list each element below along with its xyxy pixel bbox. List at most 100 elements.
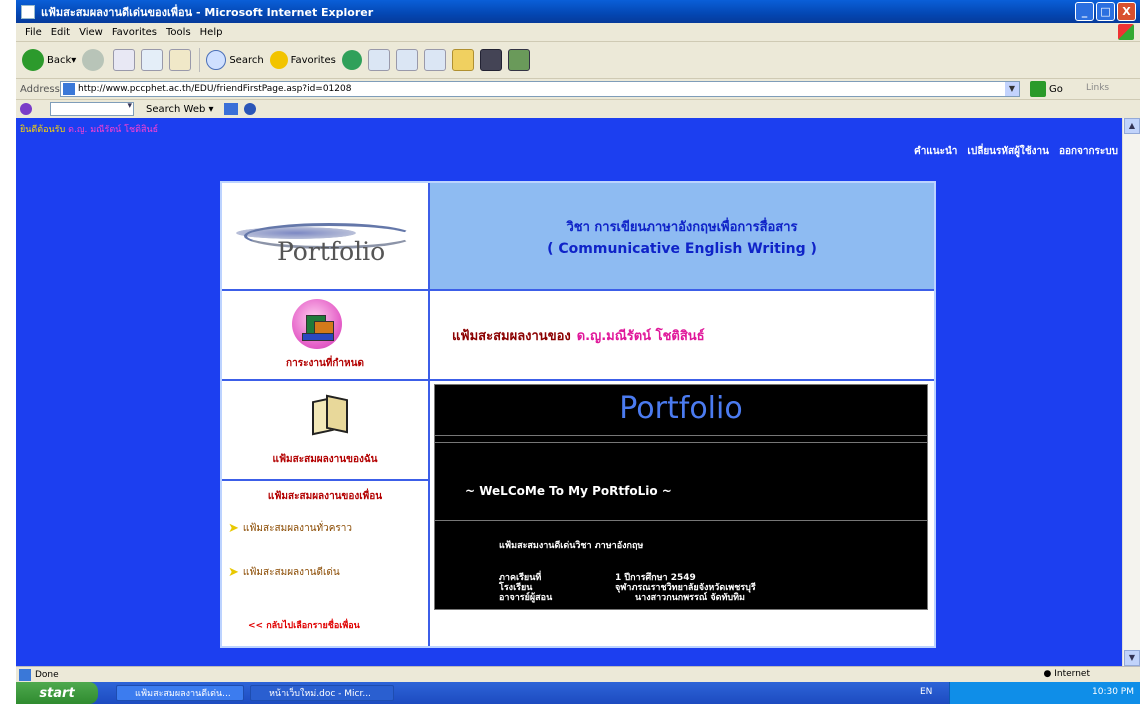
owner-label: แฟ้มสะสมผลงานของ (452, 328, 571, 344)
divider (435, 442, 927, 443)
menu-favorites[interactable]: Favorites (112, 27, 157, 38)
address-bar: Address http://www.pccphet.ac.th/EDU/fri… (16, 79, 1140, 100)
status-text: Done (35, 670, 59, 680)
go-arrow-icon (1030, 81, 1046, 97)
search-button[interactable]: Search (206, 50, 264, 70)
favorites-button[interactable]: Favorites (269, 51, 336, 69)
folder-icon[interactable] (451, 49, 474, 71)
friends-portfolio-header: แฟ้มสะสมผลงานของเพื่อน (267, 491, 383, 502)
logo-wordmark: Portfolio (277, 237, 386, 266)
menu-edit[interactable]: Edit (51, 27, 70, 38)
welcome-line: ยินดีต้อนรับ ด.ญ. มณีรัตน์ โชติสินธ์ (20, 125, 159, 135)
info-label-teacher: อาจารย์ผู้สอน (499, 593, 553, 603)
home-icon[interactable] (169, 49, 192, 71)
star-icon (269, 51, 288, 69)
assignments-link[interactable]: การะงานที่กำหนด (222, 291, 430, 381)
window-title: แฟ้มสะสมผลงานดีเด่นของเพื่อน - Microsoft… (41, 5, 374, 19)
media-icon[interactable] (341, 50, 362, 70)
book-page-right (326, 394, 348, 434)
info-value-teacher: นางสาวกนกพรรณ์ จัดทับทิม (635, 593, 745, 603)
divider (435, 520, 927, 521)
friends-best-portfolio-link[interactable]: ➤ แฟ้มสะสมผลงานดีเด่น (228, 565, 340, 580)
portfolio-owner: แฟ้มสะสมผลงานของ ด.ญ.มณีรัตน์ โชติสินธ์ (430, 291, 934, 381)
forward-arrow-icon (82, 49, 105, 71)
links-button[interactable]: Links (1086, 83, 1109, 93)
arrow-right-icon: ➤ (228, 521, 239, 536)
messenger-icon[interactable] (507, 49, 530, 71)
scroll-up-icon[interactable]: ▲ (1124, 118, 1140, 134)
search-icon (206, 50, 227, 70)
menu-help[interactable]: Help (200, 27, 223, 38)
books-icon-part (302, 333, 334, 341)
taskbar-item-word[interactable]: หน้าเว็บใหม่.doc - Micr... (250, 685, 394, 701)
address-dropdown-icon[interactable]: ▼ (1005, 82, 1019, 96)
standard-toolbar: Back ▾ Search Favorites (16, 42, 1140, 79)
back-to-friends-list-link[interactable]: << กลับไปเลือกรายชื่อเพื่อน (248, 618, 360, 632)
security-zone: ● Internet (1043, 669, 1090, 679)
books-icon (292, 299, 342, 349)
close-button[interactable]: X (1117, 2, 1136, 21)
back-button[interactable]: Back ▾ (22, 49, 76, 71)
search-web-button[interactable]: Search Web ▾ (146, 104, 214, 115)
assignments-label: การะงานที่กำหนด (286, 358, 364, 369)
subject-title-thai: วิชา การเขียนภาษาอังกฤษเพื่อการสื่อสาร (566, 219, 798, 235)
research-icon[interactable] (479, 49, 502, 71)
history-icon[interactable] (367, 49, 390, 71)
subject-header: วิชา การเขียนภาษาอังกฤษเพื่อการสื่อสาร (… (430, 183, 934, 291)
vertical-scrollbar[interactable]: ▲ ▼ (1122, 118, 1140, 666)
clock: 10:30 PM (1092, 687, 1134, 697)
open-book-icon (306, 394, 348, 436)
toolbar-separator (199, 48, 201, 72)
browser-window: แฟ้มสะสมผลงานดีเด่นของเพื่อน - Microsoft… (16, 0, 1140, 704)
ie-page-icon (21, 4, 35, 19)
scroll-down-icon[interactable]: ▼ (1124, 650, 1140, 666)
page-content: ยินดีต้อนรับ ด.ญ. มณีรัตน์ โชติสินธ์ คำแ… (16, 118, 1122, 666)
toolbar-mail-icon[interactable] (223, 103, 238, 115)
stop-icon[interactable] (113, 49, 136, 71)
yahoo-icon (20, 103, 32, 115)
search-toolbar: Search Web ▾ (16, 100, 1140, 118)
forward-button[interactable] (82, 49, 107, 71)
friends-portfolio-menu: แฟ้มสะสมผลงานของเพื่อน ➤ แฟ้มสะสมผลงานทั่… (222, 481, 430, 646)
info-heading: แฟ้มสะสมงานดีเด่นวิชา ภาษาอังกฤษ (499, 541, 644, 551)
menu-tools[interactable]: Tools (166, 27, 191, 38)
page-icon (63, 83, 75, 95)
arrow-right-icon: ➤ (228, 565, 239, 580)
page-done-icon (19, 669, 31, 681)
my-portfolio-link[interactable]: แฟ้มสะสมผลงานของฉัน (222, 381, 430, 481)
showcase-title: Portfolio (619, 391, 743, 426)
my-portfolio-label: แฟ้มสะสมผลงานของฉัน (272, 454, 378, 465)
change-password-link[interactable]: เปลี่ยนรหัสผู้ใช้งาน (967, 144, 1049, 159)
address-label: Address (20, 83, 60, 95)
menu-view[interactable]: View (79, 27, 103, 38)
refresh-icon[interactable] (141, 49, 164, 71)
portfolio-layout: Portfolio วิชา การเขียนภาษาอังกฤษเพื่อกา… (220, 181, 936, 648)
title-bar[interactable]: แฟ้มสะสมผลงานดีเด่นของเพื่อน - Microsoft… (16, 0, 1140, 23)
window-controls: _ □ X (1075, 2, 1136, 21)
subject-title-english: ( Communicative English Writing ) (547, 240, 817, 257)
welcome-banner: ~ WeLCoMe To My PoRtfoLio ~ (465, 484, 672, 498)
toolbar-search-input[interactable] (50, 101, 134, 116)
top-navigation: คำแนะนำ เปลี่ยนรหัสผู้ใช้งาน ออกจากระบบ (914, 144, 1118, 159)
menu-file[interactable]: File (25, 27, 42, 38)
start-button[interactable]: start (16, 682, 98, 704)
address-url: http://www.pccphet.ac.th/EDU/friendFirst… (78, 84, 352, 94)
help-link[interactable]: คำแนะนำ (914, 144, 957, 159)
mail-icon[interactable] (395, 49, 418, 71)
system-tray: EN 10:30 PM (920, 682, 1140, 704)
language-indicator[interactable]: EN (920, 687, 932, 697)
welcome-username: ด.ญ. มณีรัตน์ โชติสินธ์ (68, 125, 159, 135)
print-icon[interactable] (423, 49, 446, 71)
go-button[interactable]: Go (1030, 81, 1063, 97)
toolbar-settings-icon[interactable] (243, 103, 256, 115)
minimize-button[interactable]: _ (1075, 2, 1094, 21)
address-input[interactable]: http://www.pccphet.ac.th/EDU/friendFirst… (60, 81, 1020, 97)
logout-link[interactable]: ออกจากระบบ (1059, 144, 1118, 159)
taskbar: start แฟ้มสะสมผลงานดีเด่น... หน้าเว็บใหม… (16, 682, 1140, 704)
taskbar-item-browser[interactable]: แฟ้มสะสมผลงานดีเด่น... (116, 685, 244, 701)
maximize-button[interactable]: □ (1096, 2, 1115, 21)
status-bar: Done ● Internet (16, 666, 1140, 683)
back-arrow-icon (22, 49, 44, 71)
friends-temporary-portfolio-link[interactable]: ➤ แฟ้มสะสมผลงานทั่วคราว (228, 521, 352, 536)
windows-logo-icon (1118, 24, 1134, 40)
